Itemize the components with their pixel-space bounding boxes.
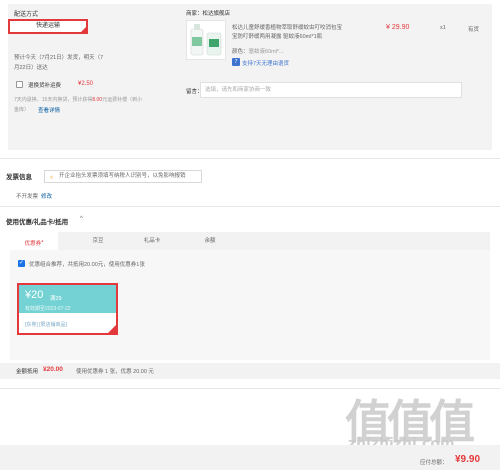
product-color-label: 颜色：	[232, 49, 249, 55]
product-stock: 有货	[468, 27, 480, 33]
insurance-amount: 8.00	[92, 97, 103, 103]
coupon-card[interactable]: ¥20 满29 有效期至2023-07-22 [东券] [限店铺商品]	[17, 283, 118, 335]
section-divider	[0, 206, 500, 207]
selected-corner-icon	[108, 325, 116, 333]
invoice-status: 不开发票	[16, 194, 39, 200]
coupon-header: ¥20 满29 有效期至2023-07-22	[19, 285, 116, 313]
discount-summary-bar	[0, 363, 500, 379]
lightbulb-icon: ♁	[49, 174, 55, 181]
section-divider	[0, 158, 500, 159]
coupon-validity: 有效期至2023-07-22	[25, 306, 71, 312]
insurance-desc-suffix: 元运费补偿（到小	[102, 97, 143, 103]
tab-coupon-label: 优惠券	[24, 240, 42, 247]
summary-detail: 使用优惠券 1 张，优惠 20.00 元	[76, 369, 154, 375]
invoice-tip: ♁ 开企业抬头发票须填写纳税人识别号，以免影响报销	[44, 170, 202, 183]
invoice-tip-text: 开企业抬头发票须填写纳税人识别号，以免影响报销	[59, 173, 186, 179]
recommend-text: 优惠组合推荐，共抵用20.00元，使用优惠券1张	[29, 262, 145, 268]
summary-label: 金额抵用	[16, 369, 39, 375]
delivery-eta-line1: 预计今天（7月21日）发货，明天（7	[14, 55, 104, 61]
product-color: 颜色：驱蚊液60ml*...	[232, 47, 284, 55]
tab-badge-icon: ●	[41, 239, 44, 243]
delivery-eta-line2: 月22日）送达	[14, 65, 48, 71]
insurance-desc-prefix: 7天内退换、15天内换货，预计获得	[14, 97, 93, 103]
selected-corner-icon	[81, 27, 86, 32]
product-color-value: 驱蚊液60ml*...	[248, 49, 284, 55]
coupon-condition: 满29	[50, 296, 62, 302]
shipping-option-express[interactable]: 快递运输	[8, 19, 88, 34]
coupon-tag-store: [限店铺商品]	[39, 322, 67, 328]
coupon-tag-dongquan: [东券]	[25, 322, 38, 328]
insurance-label: 退换货补运费	[28, 83, 62, 89]
tab-giftcard[interactable]: 礼品卡	[132, 232, 172, 250]
product-bottle-icon	[190, 24, 222, 56]
product-quantity: x1	[440, 25, 446, 31]
insurance-price: ¥2.50	[78, 81, 94, 87]
note-input[interactable]: 选填，请先和商家协商一致	[200, 82, 462, 98]
coupon-amount: ¥20	[25, 289, 44, 301]
insurance-desc-line2: 金库）	[14, 107, 30, 113]
summary-amount: ¥20.00	[43, 366, 63, 373]
return-policy: 支持7天无理由退货	[242, 61, 290, 67]
insurance-checkbox[interactable]	[16, 81, 23, 88]
payable-amount: ¥9.90	[455, 454, 481, 465]
product-image[interactable]	[186, 20, 226, 60]
shop-info: 商家：松达旗舰店	[186, 9, 230, 17]
tab-balance[interactable]: 余额	[190, 232, 230, 250]
learn-more-link[interactable]: 查看详情	[38, 106, 60, 114]
coupon-tags: [东券] [限店铺商品]	[25, 321, 67, 328]
delivery-title: 配送方式	[14, 12, 39, 18]
invoice-modify-link[interactable]: 修改	[41, 192, 52, 200]
payable-label: 应付总额：	[420, 460, 448, 466]
insurance-description: 7天内退换、15天内换货，预计获得8.00元运费补偿（到小	[14, 96, 142, 103]
shop-label: 商家：	[186, 11, 203, 17]
product-price: ¥ 29.90	[386, 24, 410, 31]
tab-jingdou[interactable]: 京豆	[78, 232, 118, 250]
collapse-chevron-icon[interactable]: ^	[80, 216, 83, 222]
product-title-line1[interactable]: 松达儿童舒缓香植物萃取舒缓蚊虫叮咬消包宝	[232, 23, 342, 31]
product-title-line2[interactable]: 宝防叮舒缓两用凝露 驱蚊液60ml*1瓶	[232, 32, 322, 40]
tab-coupon[interactable]: 优惠券●	[10, 232, 58, 250]
invoice-title: 发票信息	[6, 174, 32, 181]
return-policy-icon: 7	[232, 58, 240, 66]
shop-name[interactable]: 松达旗舰店	[203, 11, 231, 17]
shipping-option-label: 快递运输	[35, 23, 60, 29]
recommend-checkbox[interactable]: ✓	[18, 260, 25, 267]
discount-title: 使用优惠/礼品卡/抵用	[6, 219, 69, 226]
discount-tabs: 优惠券● 京豆 礼品卡 余额	[10, 232, 490, 250]
